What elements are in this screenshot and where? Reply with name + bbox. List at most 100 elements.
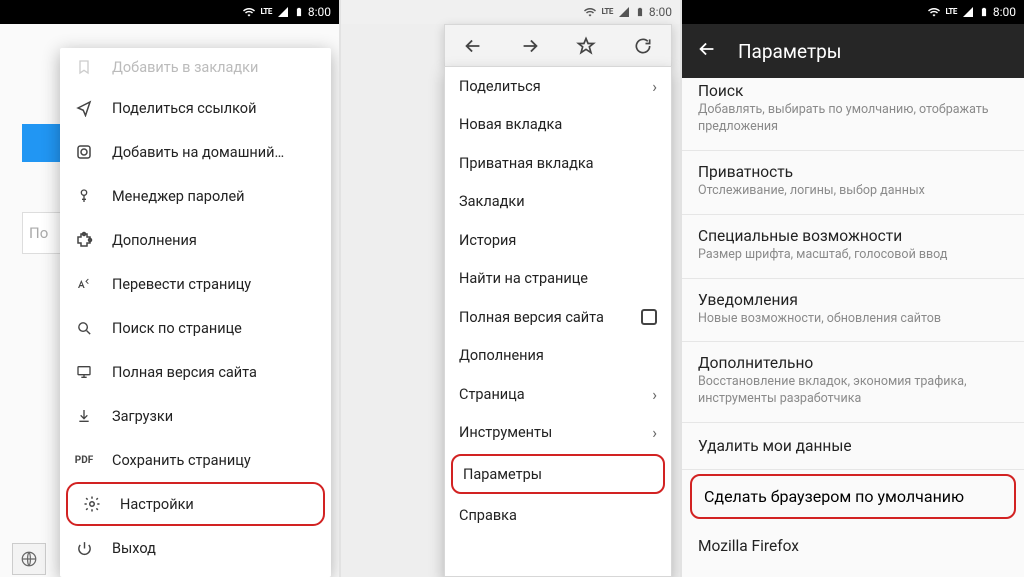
panel2-body: Поделиться› Новая вкладка Приватная вкла…	[341, 24, 680, 577]
forward-icon[interactable]	[516, 32, 544, 60]
action-about[interactable]: Mozilla Firefox	[682, 523, 1024, 569]
menu-label: Сохранить страницу	[112, 452, 251, 469]
menu-label: Настройки	[120, 496, 194, 513]
menu-label: Добавить в закладки	[112, 59, 258, 76]
download-icon	[74, 407, 94, 425]
back-icon[interactable]	[696, 38, 718, 65]
highlight-box: Параметры	[451, 454, 665, 494]
setting-subtitle: Восстановление вкладок, экономия трафика…	[698, 374, 1008, 408]
reload-icon[interactable]	[629, 32, 657, 60]
menu-item-share[interactable]: Поделиться›	[445, 67, 671, 106]
menu-item-bookmarks[interactable]: Закладки	[445, 183, 671, 222]
menu-label: Новая вкладка	[459, 116, 562, 133]
bookmark-icon	[74, 59, 94, 75]
menu-item-help[interactable]: Справка	[445, 496, 671, 535]
menu-item-desktop[interactable]: Полная версия сайта	[60, 350, 331, 394]
menu-label: Дополнения	[459, 347, 544, 364]
menu-item-desktop-site[interactable]: Полная версия сайта	[445, 298, 671, 337]
active-tab-thumbnail	[22, 124, 60, 162]
chevron-right-icon: ›	[652, 423, 657, 442]
setting-title: Поиск	[698, 82, 1008, 100]
menu-item-find[interactable]: Поиск по странице	[60, 306, 331, 350]
setting-subtitle: Размер шрифта, масштаб, голосовой ввод	[698, 247, 1008, 264]
setting-title: Уведомления	[698, 291, 1008, 309]
menu-item-exit[interactable]: Выход	[60, 526, 331, 570]
action-label: Mozilla Firefox	[698, 537, 799, 555]
menu-item-share[interactable]: Поделиться ссылкой	[60, 86, 331, 130]
menu-label: Перевести страницу	[112, 276, 251, 293]
menu-item-new-tab[interactable]: Новая вкладка	[445, 106, 671, 145]
page-title: Параметры	[738, 40, 842, 63]
star-icon[interactable]	[572, 32, 600, 60]
overflow-menu: Добавить в закладки Поделиться ссылкой Д…	[60, 48, 331, 577]
lte-label: LTE	[260, 8, 271, 16]
signal-icon	[617, 6, 631, 18]
home-add-icon	[74, 143, 94, 161]
menu-item-translate[interactable]: Перевести страницу	[60, 262, 331, 306]
setting-subtitle: Новые возможности, обновления сайтов	[698, 311, 1008, 328]
battery-icon	[979, 5, 989, 19]
menu-item-find[interactable]: Найти на странице	[445, 260, 671, 299]
clock: 8:00	[993, 5, 1016, 19]
wifi-icon	[242, 6, 256, 18]
lte-label: LTE	[601, 8, 612, 16]
main-menu: Поделиться› Новая вкладка Приватная вкла…	[444, 66, 672, 577]
setting-accessibility[interactable]: Специальные возможности Размер шрифта, м…	[682, 215, 1024, 279]
translate-icon	[74, 276, 94, 292]
menu-item-private-tab[interactable]: Приватная вкладка	[445, 144, 671, 183]
menu-label: Поиск по странице	[112, 320, 242, 337]
action-clear-data[interactable]: Удалить мои данные	[682, 423, 1024, 470]
panel-yandex-menu: LTE 8:00 По Добавить в закладки Поделить…	[0, 0, 341, 577]
desktop-icon	[74, 364, 94, 380]
setting-title: Дополнительно	[698, 354, 1008, 372]
menu-item-settings[interactable]: Параметры	[453, 456, 663, 492]
menu-item-page[interactable]: Страница›	[445, 375, 671, 414]
key-icon	[74, 187, 94, 205]
menu-label: Загрузки	[112, 408, 173, 425]
find-icon	[74, 320, 94, 337]
menu-label: Дополнения	[112, 232, 197, 249]
settings-list[interactable]: Поиск Добавлять, выбирать по умолчанию, …	[682, 78, 1024, 577]
menu-item-addons[interactable]: Дополнения	[60, 218, 331, 262]
menu-item-downloads[interactable]: Загрузки	[60, 394, 331, 438]
battery-icon	[294, 5, 304, 19]
signal-icon	[276, 6, 290, 18]
menu-item-passwords[interactable]: Менеджер паролей	[60, 174, 331, 218]
wifi-icon	[583, 6, 597, 18]
settings-header: Параметры	[682, 24, 1024, 78]
menu-item-history[interactable]: История	[445, 221, 671, 260]
panel-settings-screen: LTE 8:00 Параметры Поиск Добавлять, выби…	[682, 0, 1024, 577]
menu-label: Добавить на домашний…	[112, 144, 284, 161]
menu-label: Найти на странице	[459, 270, 588, 287]
menu-item-save-pdf[interactable]: PDF Сохранить страницу	[60, 438, 331, 482]
signal-icon	[961, 6, 975, 18]
gear-icon	[82, 495, 102, 513]
menu-item-add-home[interactable]: Добавить на домашний…	[60, 130, 331, 174]
menu-item-tools[interactable]: Инструменты›	[445, 414, 671, 453]
lte-label: LTE	[945, 8, 956, 16]
nav-toolbar	[444, 24, 672, 66]
pdf-icon: PDF	[74, 455, 94, 466]
menu-label: История	[459, 232, 516, 249]
setting-notifications[interactable]: Уведомления Новые возможности, обновлени…	[682, 279, 1024, 343]
menu-label: Приватная вкладка	[459, 155, 594, 172]
menu-label: Справка	[459, 507, 517, 524]
menu-label: Параметры	[463, 466, 542, 483]
menu-label: Полная версия сайта	[112, 364, 257, 381]
checkbox-icon[interactable]	[641, 309, 657, 325]
setting-title: Специальные возможности	[698, 227, 1008, 245]
globe-icon	[12, 543, 46, 575]
action-set-default[interactable]: Сделать браузером по умолчанию	[704, 487, 1002, 506]
clock: 8:00	[308, 5, 331, 19]
back-icon[interactable]	[459, 32, 487, 60]
menu-item-settings[interactable]: Настройки	[68, 484, 323, 524]
status-bar: LTE 8:00	[341, 0, 680, 24]
menu-item-bookmark[interactable]: Добавить в закладки	[60, 48, 331, 86]
chevron-right-icon: ›	[652, 385, 657, 404]
menu-item-addons[interactable]: Дополнения	[445, 337, 671, 376]
setting-privacy[interactable]: Приватность Отслеживание, логины, выбор …	[682, 151, 1024, 215]
setting-subtitle: Отслеживание, логины, выбор данных	[698, 183, 1008, 200]
setting-title: Приватность	[698, 163, 1008, 181]
setting-search[interactable]: Поиск Добавлять, выбирать по умолчанию, …	[682, 78, 1024, 151]
setting-advanced[interactable]: Дополнительно Восстановление вкладок, эк…	[682, 342, 1024, 423]
